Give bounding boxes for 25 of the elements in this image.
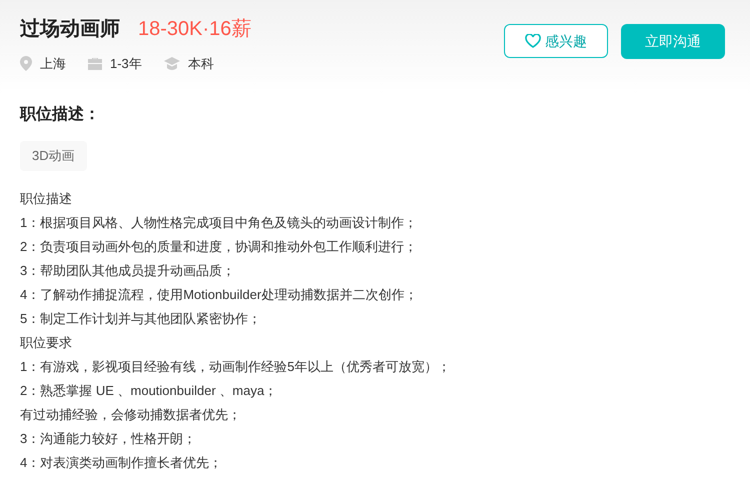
description-line: 3：帮助团队其他成员提升动画品质； [20,262,236,280]
description-line: 3：沟通能力较好，性格开朗； [20,430,196,448]
description-line: 1：有游戏，影视项目经验有线，动画制作经验5年以上（优秀者可放宽）； [20,358,450,376]
description-line: 4：对表演类动画制作擅长者优先； [20,454,222,472]
skill-tag: 3D动画 [20,141,87,170]
briefcase-icon [88,57,102,70]
meta-text: 1-3年 [110,55,142,73]
meta-text: 本科 [188,55,214,73]
description-line: 5：制定工作计划并与其他团队紧密协作； [20,310,262,328]
meta-text: 上海 [40,55,66,73]
job-title: 过场动画师 [20,17,120,42]
description-line: 有过动捕经验，会修动捕数据者优先； [20,406,241,424]
heart-icon [525,34,541,48]
salary: 18-30K·16薪 [138,17,252,42]
description-line: 职位要求 [20,334,72,352]
description-line: 1：根据项目风格、人物性格完成项目中角色及镜头的动画设计制作； [20,214,418,232]
graduation-cap-icon [164,57,180,70]
description-line: 4：了解动作捕捉流程，使用Motionbuilder处理动捕数据并二次创作； [20,286,418,304]
section-heading: 职位描述： [20,104,101,125]
interested-button[interactable]: 感兴趣 [504,24,608,58]
description-line: 职位描述 [20,190,72,208]
description-line: 2：熟悉掌握 UE 、moutionbuilder 、maya； [20,382,278,400]
description-line: 2：负责项目动画外包的质量和进度，协调和推动外包工作顺利进行； [20,238,418,256]
chat-button[interactable]: 立即沟通 [621,24,725,59]
location-pin-icon [20,56,32,72]
